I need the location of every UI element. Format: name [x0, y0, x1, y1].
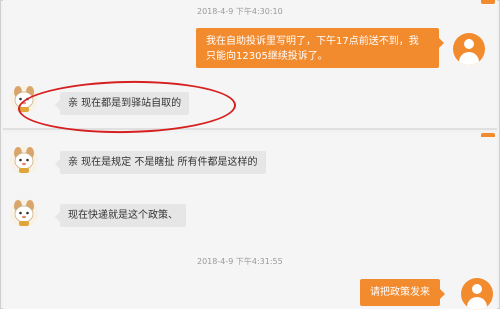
outgoing-message[interactable]: 我在自助投诉里写明了，下午17点前送不到，我 只能向12305继续投诉了。 — [196, 28, 444, 68]
user-avatar-icon[interactable] — [453, 33, 485, 65]
chat-panel-bottom: 亲 现在是规定 不是瞎扯 所有件都是这样的 现在快递就是这个政策、 2018-4… — [3, 133, 497, 310]
message-text: 请把政策发来 — [370, 287, 430, 298]
agent-avatar-icon[interactable] — [9, 145, 39, 175]
incoming-message[interactable]: 现在快递就是这个政策、 — [55, 204, 186, 227]
message-text: 亲 现在是规定 不是瞎扯 所有件都是这样的 — [68, 157, 258, 168]
timestamp: 2018-4-9 下午4:31:55 — [197, 257, 283, 266]
message-text-line: 我在自助投诉里写明了，下午17点前送不到，我 — [206, 36, 419, 47]
agent-avatar-icon[interactable] — [9, 198, 39, 228]
outgoing-message[interactable]: 请把政策发来 — [360, 279, 445, 306]
user-avatar-icon[interactable] — [461, 278, 493, 310]
incoming-message[interactable]: 亲 现在是规定 不是瞎扯 所有件都是这样的 — [55, 151, 266, 174]
edge-fragment — [481, 0, 495, 4]
timestamp: 2018-4-9 下午4:30:10 — [197, 7, 283, 16]
message-text-line: 只能向12305继续投诉了。 — [206, 51, 328, 62]
edge-fragment — [481, 133, 495, 137]
message-text: 现在快递就是这个政策、 — [68, 210, 178, 221]
